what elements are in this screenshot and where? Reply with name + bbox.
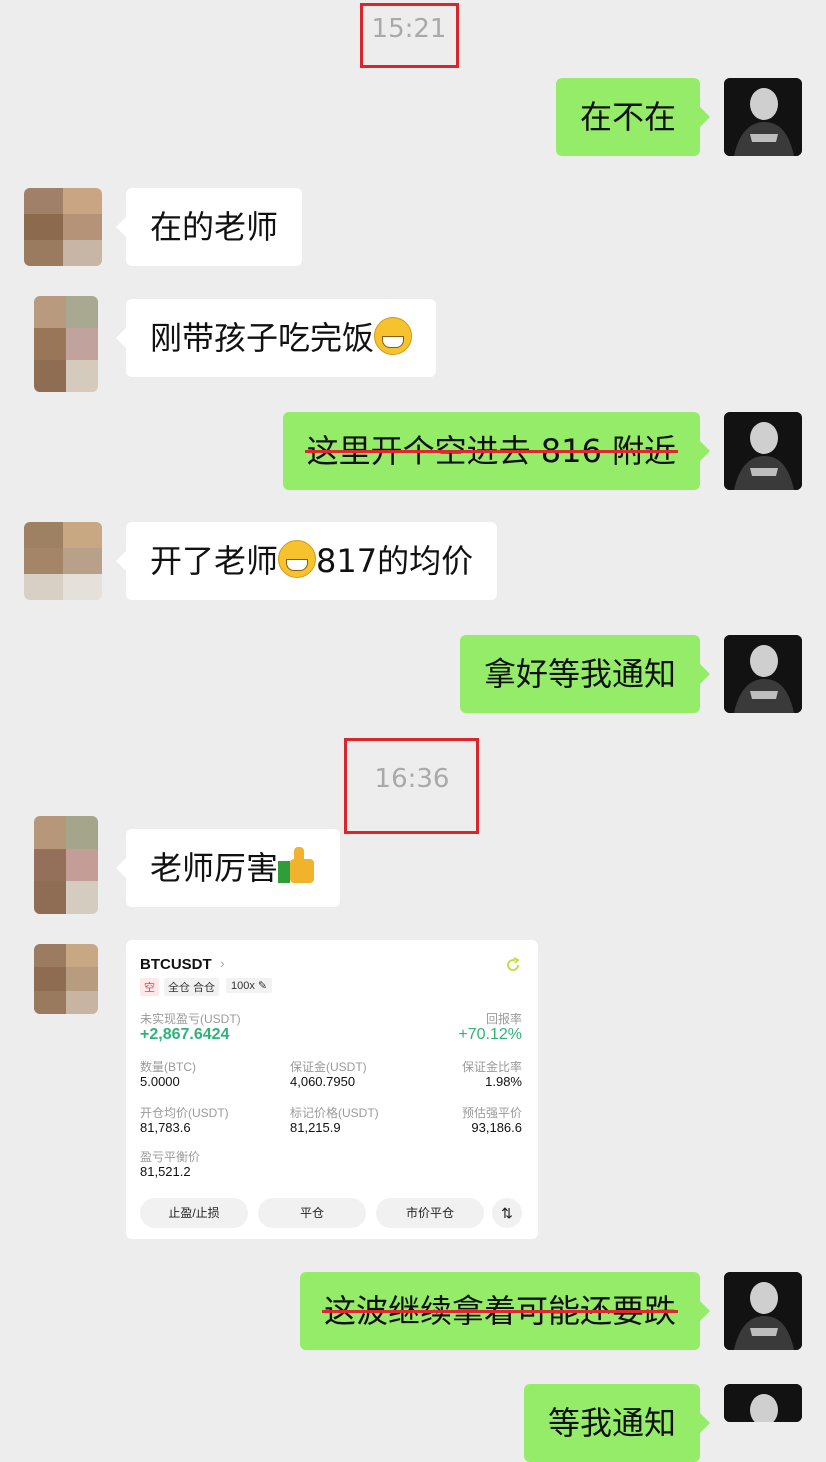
avatar-photo-icon: [724, 1272, 802, 1350]
message-bubble-outgoing[interactable]: 拿好等我通知: [459, 635, 711, 713]
mode-tag: 全仓 合仓: [164, 978, 220, 996]
position-card[interactable]: BTCUSDT › 空 全仓 合仓 100x ✎ 未实现盈亏(USDT) +2,…: [126, 940, 538, 1239]
close-position-button[interactable]: 平仓: [258, 1198, 366, 1228]
entry-value: 81,783.6: [140, 1120, 191, 1135]
unrealized-value: +2,867.6424: [140, 1026, 230, 1043]
refresh-icon[interactable]: [504, 956, 522, 974]
margin-ratio-value: 1.98%: [485, 1074, 522, 1089]
mark-label: 标记价格(USDT): [290, 1106, 379, 1120]
avatar-photo-icon: [724, 635, 802, 713]
margin-label: 保证金(USDT): [290, 1060, 367, 1074]
message-bubble-outgoing[interactable]: 在不在: [555, 78, 711, 156]
timestamp-highlight-box: [360, 3, 459, 68]
market-close-button[interactable]: 市价平仓: [376, 1198, 484, 1228]
message-text: 817的均价: [316, 542, 474, 580]
leverage-tag[interactable]: 100x ✎: [226, 978, 273, 993]
avatar[interactable]: [24, 522, 102, 600]
liq-label: 预估强平价: [461, 1106, 522, 1120]
leverage-value: 100x: [231, 980, 255, 992]
message-bubble-incoming[interactable]: 在的老师: [115, 188, 303, 266]
message-bubble-incoming[interactable]: 开了老师 817的均价: [115, 522, 498, 600]
message-bubble-incoming[interactable]: 老师厉害: [115, 829, 341, 907]
thumbs-up-icon: [278, 847, 316, 885]
avatar-photo-icon: [724, 1384, 802, 1422]
breakeven-value: 81,521.2: [140, 1164, 191, 1179]
message-bubble-incoming[interactable]: 刚带孩子吃完饭: [115, 299, 437, 377]
grinning-face-icon: [374, 317, 413, 355]
unrealized-label: 未实现盈亏(USDT): [140, 1012, 241, 1026]
breakeven-label: 盈亏平衡价: [140, 1150, 201, 1164]
avatar[interactable]: [724, 1272, 802, 1350]
avatar[interactable]: [724, 412, 802, 490]
avatar[interactable]: [24, 188, 102, 266]
message-text: 开了老师: [150, 542, 279, 580]
message-bubble-outgoing[interactable]: 这波继续拿着可能还要跌: [299, 1272, 711, 1350]
side-tag: 空: [140, 978, 159, 996]
avatar[interactable]: [724, 1384, 802, 1422]
roi-value: +70.12%: [458, 1026, 522, 1043]
timestamp-highlight-box: [344, 738, 479, 834]
margin-ratio-label: 保证金比率: [461, 1060, 522, 1074]
edit-icon: ✎: [257, 980, 268, 992]
avatar-photo-icon: [724, 412, 802, 490]
chevron-right-icon: ›: [220, 955, 225, 971]
mark-value: 81,215.9: [290, 1120, 341, 1135]
entry-label: 开仓均价(USDT): [140, 1106, 229, 1120]
message-bubble-outgoing[interactable]: 这里开个空进去 816 附近: [282, 412, 711, 490]
tp-sl-button[interactable]: 止盈/止损: [140, 1198, 248, 1228]
grinning-face-icon: [278, 540, 317, 578]
message-text: 刚带孩子吃完饭: [150, 319, 375, 357]
avatar[interactable]: [34, 296, 98, 392]
avatar[interactable]: [724, 78, 802, 156]
avatar-photo-icon: [724, 78, 802, 156]
qty-label: 数量(BTC): [140, 1060, 196, 1074]
strikethrough-line: [304, 450, 678, 453]
message-text: 老师厉害: [150, 849, 279, 887]
liq-value: 93,186.6: [471, 1120, 522, 1135]
margin-value: 4,060.7950: [290, 1074, 356, 1089]
swap-icon[interactable]: ⇅: [492, 1198, 522, 1228]
avatar[interactable]: [34, 816, 98, 914]
message-bubble-outgoing[interactable]: 等我通知: [523, 1384, 711, 1462]
strikethrough-line: [321, 1310, 678, 1313]
symbol: BTCUSDT: [140, 956, 212, 973]
avatar[interactable]: [34, 944, 98, 1014]
avatar[interactable]: [724, 635, 802, 713]
roi-label: 回报率: [485, 1012, 522, 1026]
qty-value: 5.0000: [140, 1074, 180, 1089]
